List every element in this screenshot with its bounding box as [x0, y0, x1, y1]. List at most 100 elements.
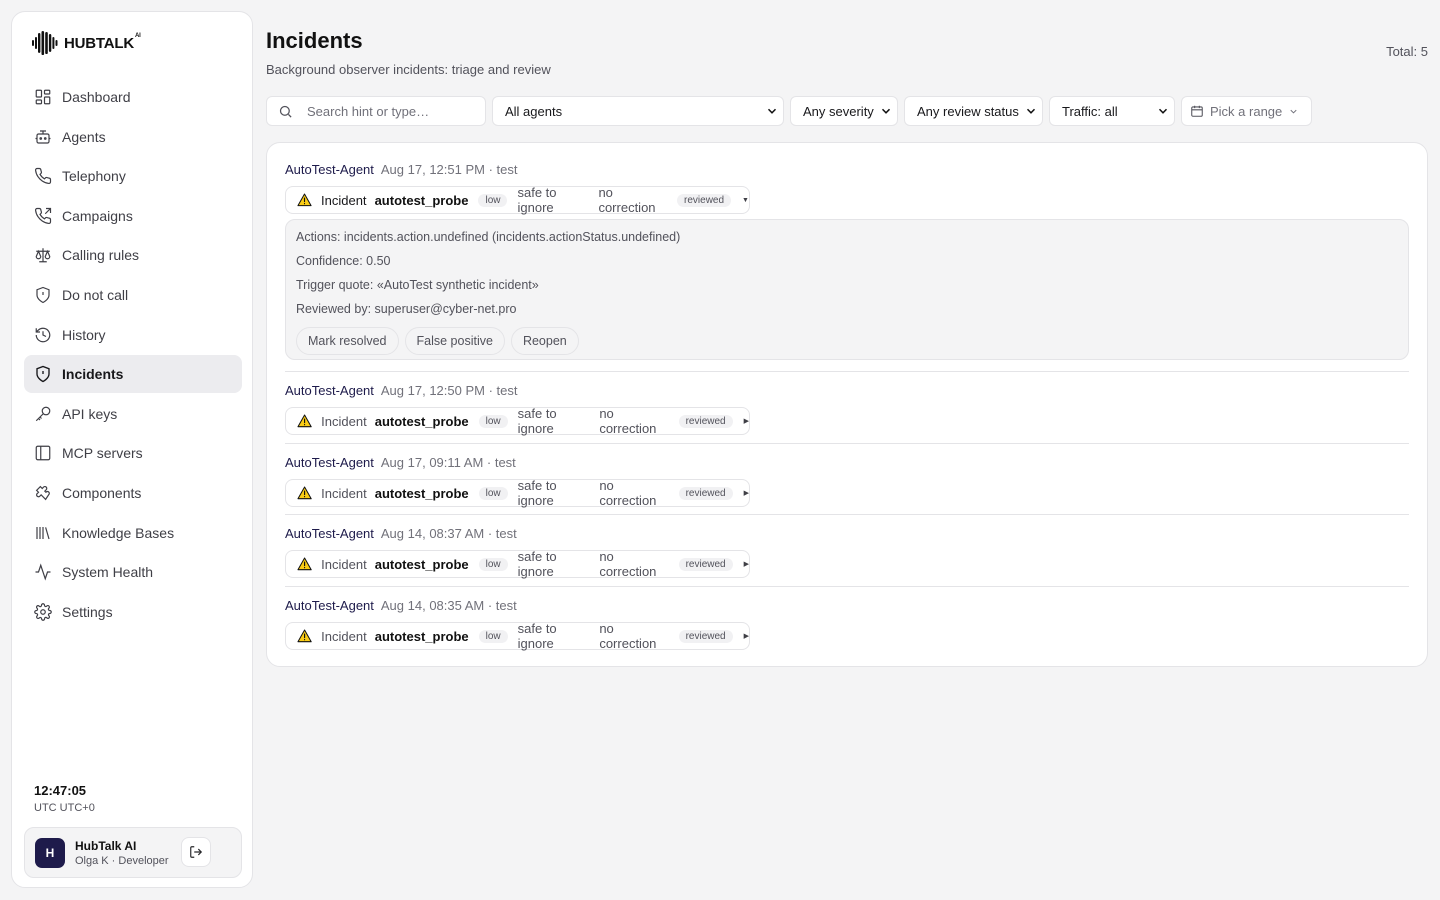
incident-reviewed-by: Reviewed by: superuser@cyber-net.pro: [296, 302, 517, 316]
incident-details: Actions: incidents.action.undefined (inc…: [285, 219, 1409, 360]
incident-confidence: Confidence: 0.50: [296, 254, 391, 268]
phone-icon: [34, 168, 52, 185]
brand-logo[interactable]: HUBTALKAI: [32, 31, 141, 55]
incident-item: AutoTest-Agent Aug 14, 08:35 AM · test In…: [285, 598, 1409, 651]
avatar: H: [35, 837, 65, 868]
correction-text: no correction: [599, 478, 657, 508]
correction-text: no correction: [599, 621, 657, 651]
incident-summary-toggle[interactable]: Incident autotest_probe low safe to igno…: [285, 621, 750, 651]
sidebar-item-label: Settings: [62, 603, 113, 620]
org-name: HubTalk AI: [75, 838, 137, 853]
sidebar-item-label: Incidents: [62, 366, 124, 383]
warning-icon: [297, 557, 312, 571]
logout-icon: [190, 846, 203, 858]
user-card: H HubTalk AI Olga K · Developer: [24, 827, 242, 878]
soundwave-logo-icon: [32, 31, 58, 55]
sidebar-item-label: API keys: [62, 405, 118, 422]
sidebar-item-do-not-call[interactable]: Do not call: [24, 276, 242, 314]
chevron-down-icon: [1158, 108, 1168, 114]
safety-text: safe to ignore: [517, 549, 557, 579]
sidebar-item-components[interactable]: Components: [24, 474, 242, 512]
incident-agent: AutoTest-Agent: [285, 526, 374, 541]
incident-code: autotest_probe: [374, 556, 469, 572]
search-box: [266, 96, 486, 126]
severity-badge: low: [478, 629, 508, 643]
sidebar-item-label: History: [62, 326, 106, 343]
incident-code: autotest_probe: [374, 628, 469, 644]
sidebar-item-label: Telephony: [62, 168, 126, 185]
incident-meta: Aug 17, 12:50 PM · test: [380, 383, 518, 398]
phone-outgoing-icon: [34, 207, 52, 224]
shield-alert-icon: [36, 365, 50, 383]
calendar-icon: [1191, 105, 1203, 117]
caret-right-icon: ▶: [743, 490, 749, 497]
clock-time: 12:47:05: [34, 783, 87, 798]
caret-right-icon: ▶: [743, 418, 749, 425]
clock-timezone: UTC UTC+0: [34, 802, 95, 814]
chevron-down-icon: [881, 108, 891, 114]
sidebar-item-mcp-servers[interactable]: MCP servers: [24, 434, 242, 472]
incident-label: Incident: [321, 192, 367, 208]
review-status-select[interactable]: Any review status: [904, 96, 1043, 126]
incident-header: AutoTest-Agent Aug 14, 08:37 AM · test: [285, 526, 1409, 544]
chevron-down-icon: [1026, 108, 1036, 114]
sidebar-item-label: Knowledge Bases: [62, 524, 175, 541]
incident-summary-toggle[interactable]: Incident autotest_probe low safe to igno…: [285, 406, 750, 436]
layout-grid-icon: [35, 89, 51, 105]
sidebar-item-label: Do not call: [62, 286, 129, 303]
logout-button[interactable]: [181, 837, 211, 867]
sidebar-item-knowledge-bases[interactable]: Knowledge Bases: [24, 514, 242, 552]
incident-summary-toggle[interactable]: Incident autotest_probe low safe to igno…: [285, 185, 750, 215]
incident-item: AutoTest-Agent Aug 14, 08:37 AM · test In…: [285, 526, 1409, 579]
incident-code: autotest_probe: [374, 485, 469, 501]
incident-meta: Aug 14, 08:35 AM · test: [380, 598, 517, 613]
gear-icon: [34, 602, 52, 621]
user-role: Olga K · Developer: [75, 854, 169, 867]
incident-agent: AutoTest-Agent: [285, 598, 374, 613]
caret-right-icon: ▶: [743, 561, 749, 568]
reopen-button[interactable]: Reopen: [510, 327, 579, 355]
sidebar-nav: Dashboard Agents Telephony Campaigns Cal…: [24, 78, 242, 632]
sidebar-item-telephony[interactable]: Telephony: [24, 157, 242, 195]
severity-badge: low: [478, 193, 508, 207]
sidebar-item-api-keys[interactable]: API keys: [24, 395, 242, 433]
divider: [285, 514, 1409, 515]
date-range-picker[interactable]: Pick a range: [1181, 96, 1313, 126]
severity-select[interactable]: Any severity: [790, 96, 898, 126]
sidebar-item-campaigns[interactable]: Campaigns: [24, 197, 242, 235]
sidebar-item-agents[interactable]: Agents: [24, 118, 242, 156]
mark-resolved-button[interactable]: Mark resolved: [296, 327, 399, 355]
divider: [285, 443, 1409, 444]
incident-summary-toggle[interactable]: Incident autotest_probe low safe to igno…: [285, 478, 750, 508]
key-icon: [35, 406, 51, 421]
incident-header: AutoTest-Agent Aug 17, 12:50 PM · test: [285, 383, 1409, 401]
sidebar-item-label: System Health: [62, 564, 154, 581]
sidebar-item-history[interactable]: History: [24, 316, 242, 354]
bot-icon: [35, 129, 51, 144]
incident-item: AutoTest-Agent Aug 17, 09:11 AM · test In…: [285, 455, 1409, 508]
sidebar-item-system-health[interactable]: System Health: [24, 553, 242, 591]
traffic-select[interactable]: Traffic: all: [1049, 96, 1175, 126]
safety-text: safe to ignore: [517, 185, 557, 215]
brand-wordmark: HUBTALKAI: [64, 32, 141, 52]
review-status-select-value: Any review status: [917, 103, 1019, 119]
sidebar-item-label: Agents: [62, 128, 106, 145]
incident-summary-toggle[interactable]: Incident autotest_probe low safe to igno…: [285, 549, 750, 579]
agents-select[interactable]: All agents: [492, 96, 784, 126]
incident-label: Incident: [321, 556, 367, 572]
search-input[interactable]: [307, 103, 467, 119]
sidebar-item-settings[interactable]: Settings: [24, 593, 242, 631]
filter-bar: All agents Any severity Any review statu…: [266, 96, 1313, 126]
puzzle-icon: [35, 485, 50, 501]
caret-down-icon: ▼: [742, 196, 749, 204]
warning-icon: [297, 414, 312, 428]
incident-code: autotest_probe: [374, 413, 469, 429]
false-positive-button[interactable]: False positive: [404, 327, 505, 355]
sidebar-item-incidents[interactable]: Incidents: [24, 355, 242, 394]
sidebar-item-calling-rules[interactable]: Calling rules: [24, 236, 242, 274]
sidebar-item-dashboard[interactable]: Dashboard: [24, 78, 242, 116]
sidebar-item-label: MCP servers: [62, 445, 143, 462]
incident-header: AutoTest-Agent Aug 17, 12:51 PM · test: [285, 162, 1409, 180]
incident-header: AutoTest-Agent Aug 17, 09:11 AM · test: [285, 455, 1409, 473]
safety-text: safe to ignore: [517, 478, 557, 508]
